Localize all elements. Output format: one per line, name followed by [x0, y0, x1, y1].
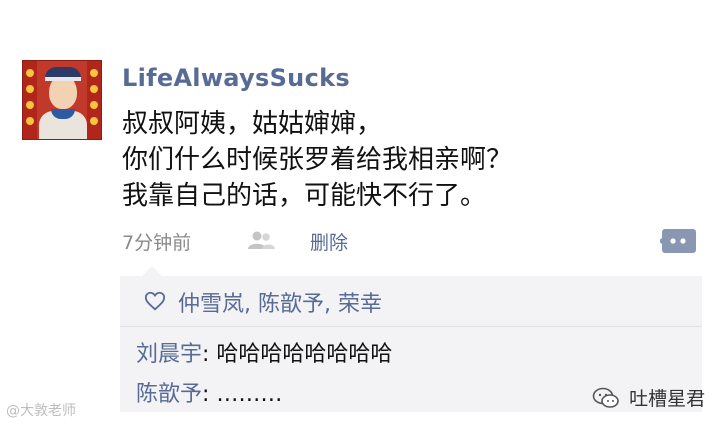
heart-icon	[144, 291, 166, 311]
watermark-right: 吐槽星君	[592, 384, 706, 410]
post-line: 你们什么时候张罗着给我相亲啊？	[122, 145, 513, 175]
post-text: 叔叔阿姨，姑姑婶婶， 你们什么时候张罗着给我相亲啊？ 我靠自己的话，可能快不行了…	[122, 106, 682, 214]
comment-text: ………	[216, 382, 283, 407]
post-line: 我靠自己的话，可能快不行了。	[122, 181, 487, 211]
post-meta-row: 7分钟前 删除	[122, 226, 702, 254]
likes-row: 仲雪岚, 陈歆予, 荣幸	[120, 276, 702, 327]
avatar-right-banner	[87, 61, 101, 139]
visibility-people-icon[interactable]	[246, 230, 276, 250]
delete-button[interactable]: 删除	[310, 228, 348, 255]
comment-item[interactable]: 刘晨宇: 哈哈哈哈哈哈哈哈	[136, 336, 392, 368]
avatar[interactable]	[22, 60, 102, 140]
comment-text: 哈哈哈哈哈哈哈哈	[216, 342, 393, 367]
post-timestamp: 7分钟前	[122, 232, 192, 254]
comment-separator: :	[202, 342, 217, 367]
comment-item[interactable]: 陈歆予: ………	[136, 376, 282, 408]
avatar-left-banner	[23, 61, 37, 139]
wechat-icon	[592, 387, 619, 408]
avatar-hatband	[45, 77, 81, 81]
comment-author[interactable]: 刘晨宇	[136, 342, 202, 367]
comment-separator: :	[202, 382, 217, 407]
moments-post-screen: LifeAlwaysSucks 叔叔阿姨，姑姑婶婶， 你们什么时候张罗着给我相亲…	[0, 0, 720, 426]
watermark-left: @大敦老师	[6, 403, 76, 419]
comment-author[interactable]: 陈歆予	[136, 382, 202, 407]
watermark-right-text: 吐槽星君	[629, 388, 706, 410]
comment-menu-icon[interactable]	[660, 228, 696, 254]
username-link[interactable]: LifeAlwaysSucks	[122, 64, 350, 92]
likes-names[interactable]: 仲雪岚, 陈歆予, 荣幸	[178, 286, 382, 318]
post-line: 叔叔阿姨，姑姑婶婶，	[122, 109, 383, 139]
